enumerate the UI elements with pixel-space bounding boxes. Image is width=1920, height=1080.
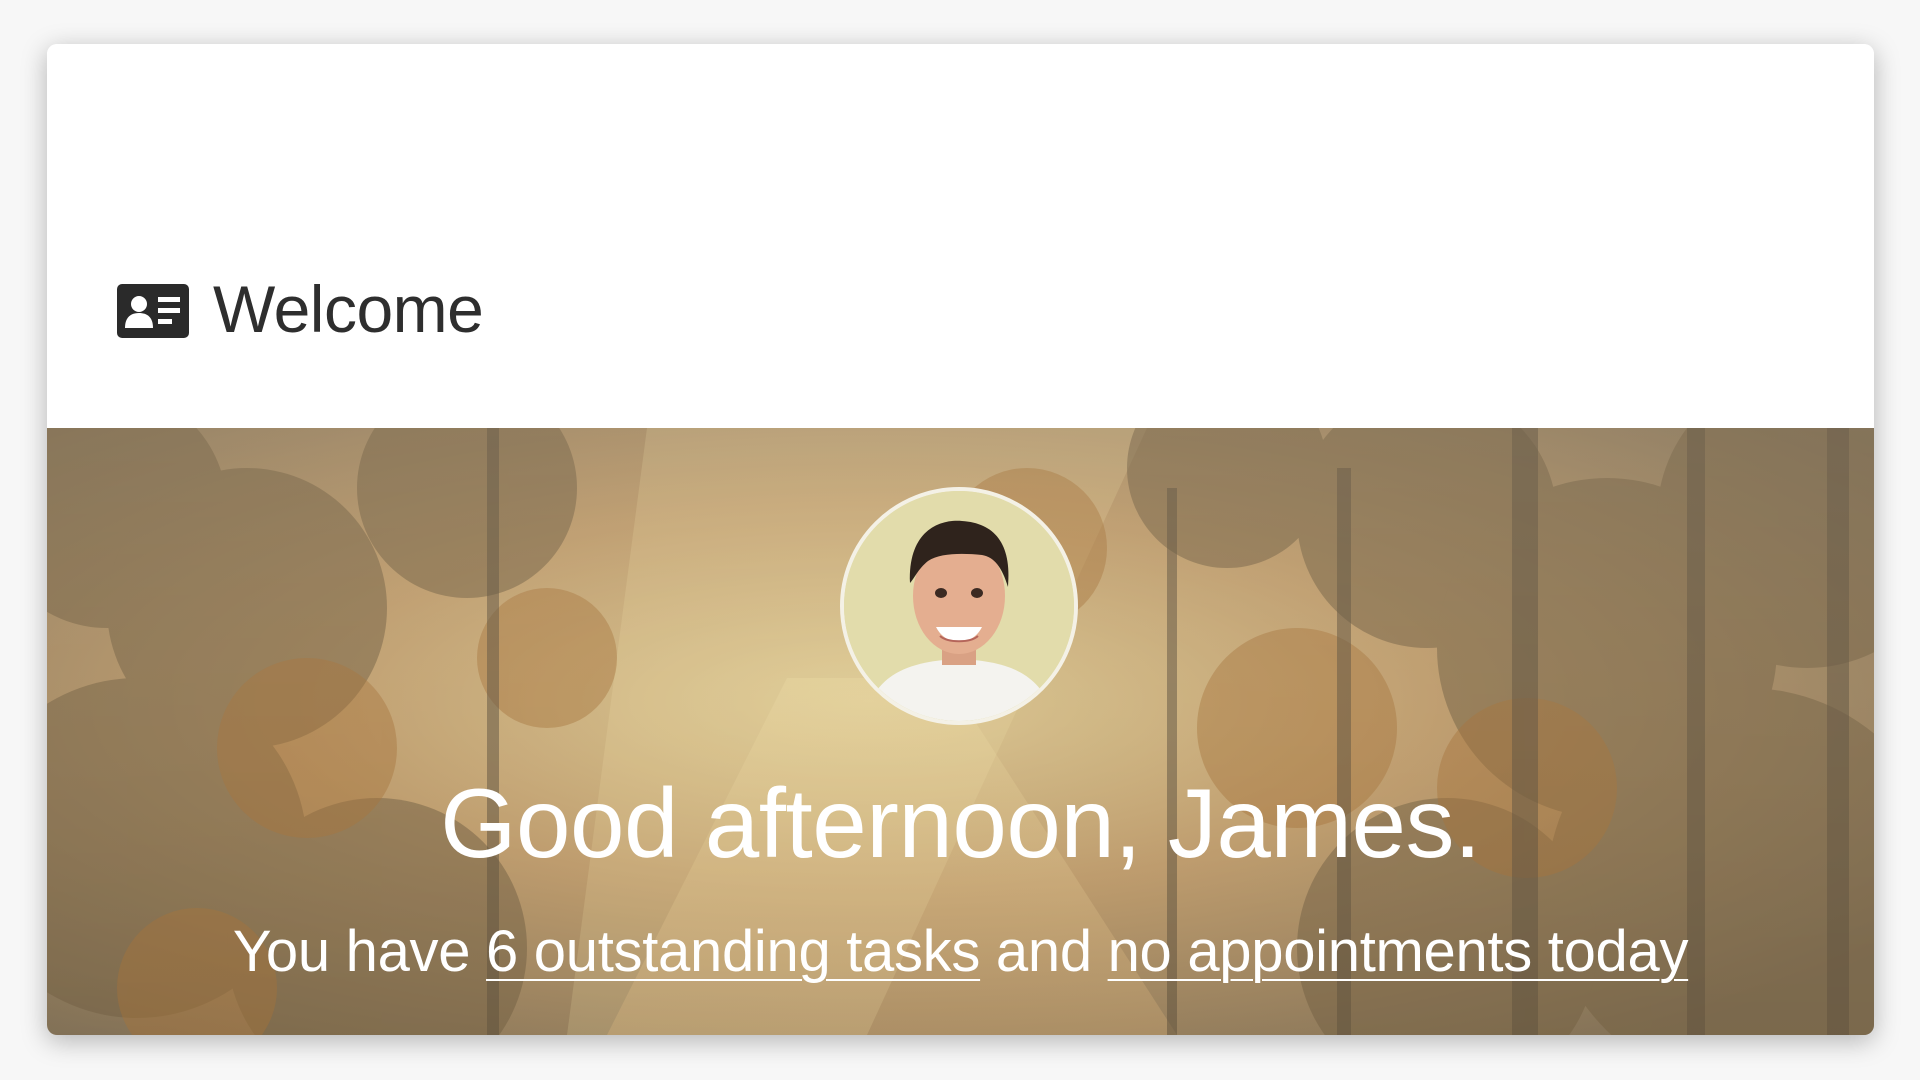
greeting-text: Good afternoon, James. — [440, 768, 1481, 878]
appointments-link[interactable]: no appointments today — [1108, 919, 1689, 984]
welcome-card: Welcome Good afternoon, James. You have … — [47, 44, 1874, 1035]
outstanding-tasks-link[interactable]: 6 outstanding tasks — [486, 919, 980, 984]
profile-photo — [844, 491, 1074, 721]
card-header: Welcome — [47, 44, 1874, 428]
hero-banner: Good afternoon, James. You have 6 outsta… — [47, 428, 1874, 1035]
avatar[interactable] — [840, 487, 1078, 725]
summary-text: You have 6 outstanding tasks and no appo… — [47, 916, 1874, 988]
summary-middle: and — [980, 919, 1108, 984]
summary-prefix: You have — [232, 919, 487, 984]
page-title: Welcome — [213, 272, 484, 346]
contact-card-icon — [117, 284, 189, 338]
